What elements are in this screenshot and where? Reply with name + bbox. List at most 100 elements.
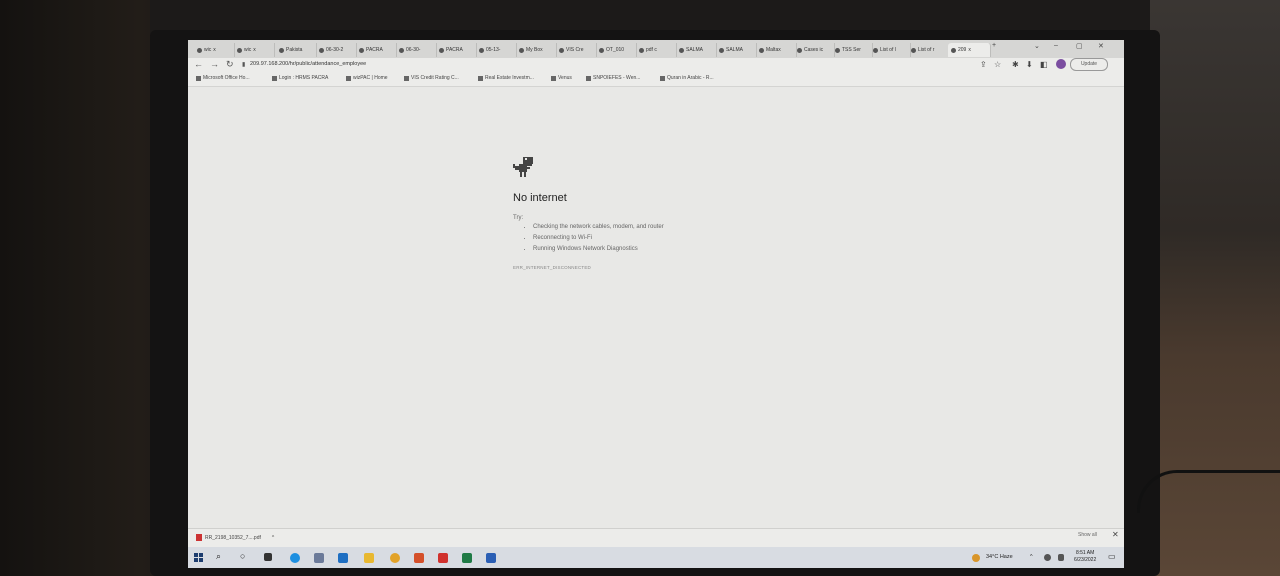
bookmarks-bar: Microsoft Office Ho... Login : HRMS PACR… xyxy=(188,72,1124,87)
lock-icon[interactable]: ▮ xyxy=(242,61,245,68)
address-bar-row: ← → ↻ ▮ 209.97.168.200/hr/public/attenda… xyxy=(188,58,1124,72)
bookmark-item[interactable]: Venus xyxy=(551,75,572,81)
tab[interactable]: List of r xyxy=(908,43,951,57)
weather-haze-icon[interactable] xyxy=(972,554,980,562)
tab-search-icon[interactable]: ⌄ xyxy=(1034,42,1040,50)
side-panel-icon[interactable]: ◧ xyxy=(1040,60,1048,69)
cortana-icon[interactable]: ○ xyxy=(240,551,245,561)
tab-favicon-icon xyxy=(911,47,916,53)
store-icon[interactable] xyxy=(314,553,324,563)
tab-favicon-icon xyxy=(519,47,524,53)
tab-favicon-icon xyxy=(679,47,684,53)
page-content: No internet Try: Checking the network ca… xyxy=(188,87,1124,535)
tab[interactable]: pdf c xyxy=(636,43,677,57)
bookmark-item[interactable]: Quran in Arabic - R... xyxy=(660,75,714,81)
tab[interactable]: 06-30-2 xyxy=(316,43,357,57)
tab-close-icon[interactable]: x xyxy=(213,47,216,53)
bookmark-item[interactable]: VIS Credit Rating C... xyxy=(404,75,459,81)
suggestion-list: Checking the network cables, modem, and … xyxy=(523,222,664,255)
mail-icon[interactable] xyxy=(338,553,348,563)
power-cable xyxy=(1137,470,1280,513)
chrome-icon[interactable] xyxy=(390,553,400,563)
tab-favicon-icon xyxy=(797,47,802,53)
list-item: Checking the network cables, modem, and … xyxy=(533,222,664,233)
file-explorer-icon[interactable] xyxy=(364,553,374,563)
app-icon[interactable] xyxy=(414,553,424,563)
bookmark-item[interactable]: wizPAC | Home xyxy=(346,75,388,81)
windows-start-icon[interactable] xyxy=(194,553,203,562)
minimize-button[interactable]: – xyxy=(1054,42,1058,49)
download-item[interactable]: RR_2198_10352_7....pdf ^ xyxy=(196,534,274,541)
network-globe-icon[interactable] xyxy=(1044,554,1051,561)
list-item: Reconnecting to Wi-Fi xyxy=(533,233,664,244)
tab[interactable]: 05-13- xyxy=(476,43,517,57)
tab[interactable]: PACRA xyxy=(356,43,397,57)
tab-favicon-icon xyxy=(197,47,202,53)
bookmark-favicon-icon xyxy=(551,75,556,81)
tab-favicon-icon xyxy=(873,47,878,53)
tab[interactable]: wic x xyxy=(194,43,235,57)
tab-favicon-icon xyxy=(237,47,242,53)
error-code: ERR_INTERNET_DISCONNECTED xyxy=(513,265,592,270)
bookmark-favicon-icon xyxy=(346,75,351,81)
notification-center-icon[interactable]: ▭ xyxy=(1108,552,1116,561)
try-label: Try: xyxy=(513,215,524,221)
forward-button[interactable]: → xyxy=(210,59,219,69)
share-icon[interactable]: ⇪ xyxy=(980,60,987,69)
word-icon[interactable] xyxy=(486,553,496,563)
bookmark-item[interactable]: Login : HRMS PACRA xyxy=(272,75,328,81)
tab[interactable]: List of l xyxy=(870,43,911,57)
update-button[interactable]: Update xyxy=(1070,58,1108,71)
tab[interactable]: Cases ic xyxy=(794,43,835,57)
search-icon[interactable]: ⌕ xyxy=(216,551,221,562)
task-view-icon[interactable] xyxy=(264,553,272,561)
profile-avatar[interactable] xyxy=(1056,59,1066,69)
bookmark-item[interactable]: Microsoft Office Ho... xyxy=(196,75,250,81)
bookmark-favicon-icon xyxy=(586,75,591,81)
new-tab-button[interactable]: + xyxy=(992,42,996,49)
tab-favicon-icon xyxy=(951,47,956,53)
system-clock[interactable]: 8:51 AM 6/23/2022 xyxy=(1074,550,1096,564)
tab[interactable]: wic x xyxy=(234,43,275,57)
tab[interactable]: Pakista xyxy=(276,43,317,57)
bookmark-star-icon[interactable]: ☆ xyxy=(994,60,1001,69)
tab[interactable]: 06-30- xyxy=(396,43,437,57)
tab[interactable]: SALMA xyxy=(676,43,717,57)
maximize-button[interactable]: ▢ xyxy=(1076,42,1083,50)
tab[interactable]: Maltax xyxy=(756,43,797,57)
acrobat-icon[interactable] xyxy=(438,553,448,563)
bookmark-item[interactable]: SNPOIEFES - Wen... xyxy=(586,75,640,81)
tab-favicon-icon xyxy=(639,47,644,53)
reload-button[interactable]: ↻ xyxy=(226,59,234,70)
tab[interactable]: My Box xyxy=(516,43,557,57)
tab[interactable]: TSS Ser xyxy=(832,43,873,57)
tab[interactable]: OT_010 xyxy=(596,43,637,57)
back-button[interactable]: ← xyxy=(194,59,203,69)
tab[interactable]: VIS Cre xyxy=(556,43,597,57)
show-all-button[interactable]: Show all xyxy=(1078,532,1097,538)
tray-overflow-icon[interactable]: ^ xyxy=(1030,554,1033,560)
error-title: No internet xyxy=(513,192,567,204)
extensions-icon[interactable]: ✱ xyxy=(1012,60,1019,69)
edge-browser-icon[interactable] xyxy=(290,553,300,563)
laptop-screen: wic x wic x Pakista 06-30-2 PACRA 06-30- P… xyxy=(188,40,1124,568)
tab-favicon-icon xyxy=(835,47,840,53)
volume-icon[interactable] xyxy=(1058,554,1064,561)
tab[interactable]: PACRA xyxy=(436,43,477,57)
tab-close-icon[interactable]: x xyxy=(968,47,971,53)
offline-dino-icon xyxy=(513,157,533,177)
bookmark-favicon-icon xyxy=(272,75,277,81)
tab-active[interactable]: 209 x xyxy=(948,43,991,57)
tab-favicon-icon xyxy=(279,47,284,53)
bookmark-item[interactable]: Real Estate Investm... xyxy=(478,75,534,81)
close-window-button[interactable]: ✕ xyxy=(1098,42,1104,50)
download-menu-chevron-icon[interactable]: ^ xyxy=(272,535,274,541)
tab-favicon-icon xyxy=(479,47,484,53)
close-download-bar-button[interactable]: ✕ xyxy=(1112,530,1119,539)
excel-icon[interactable] xyxy=(462,553,472,563)
tab[interactable]: SALMA xyxy=(716,43,757,57)
url-input[interactable]: 209.97.168.200/hr/public/attendance_empl… xyxy=(250,61,366,67)
downloads-icon[interactable]: ⬇ xyxy=(1026,60,1033,69)
weather-text[interactable]: 34°C Haze xyxy=(986,554,1013,560)
tab-close-icon[interactable]: x xyxy=(253,47,256,53)
